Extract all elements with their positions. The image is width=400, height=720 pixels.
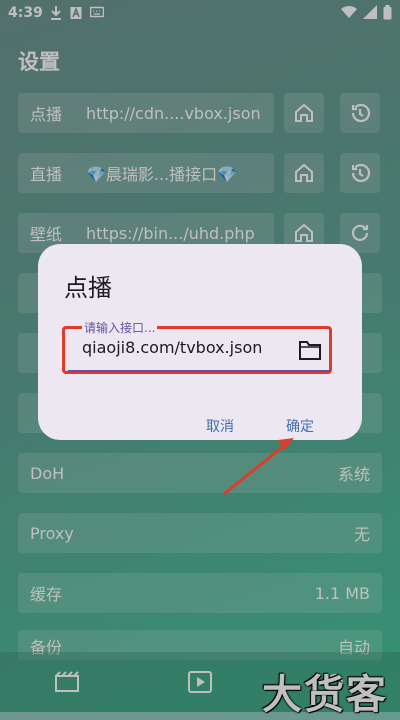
dialog-title: 点播 xyxy=(64,274,112,302)
url-input-field[interactable]: 请输入接口... qiaoji8.com/tvbox.json xyxy=(62,319,336,379)
cancel-button[interactable]: 取消 xyxy=(206,416,234,436)
input-underline xyxy=(68,370,330,372)
input-dialog: 点播 请输入接口... qiaoji8.com/tvbox.json 取消 确定 xyxy=(38,244,362,440)
url-input[interactable]: qiaoji8.com/tvbox.json xyxy=(82,338,262,357)
input-label: 请输入接口... xyxy=(82,319,158,336)
folder-icon[interactable] xyxy=(298,339,322,361)
confirm-button[interactable]: 确定 xyxy=(286,416,314,436)
